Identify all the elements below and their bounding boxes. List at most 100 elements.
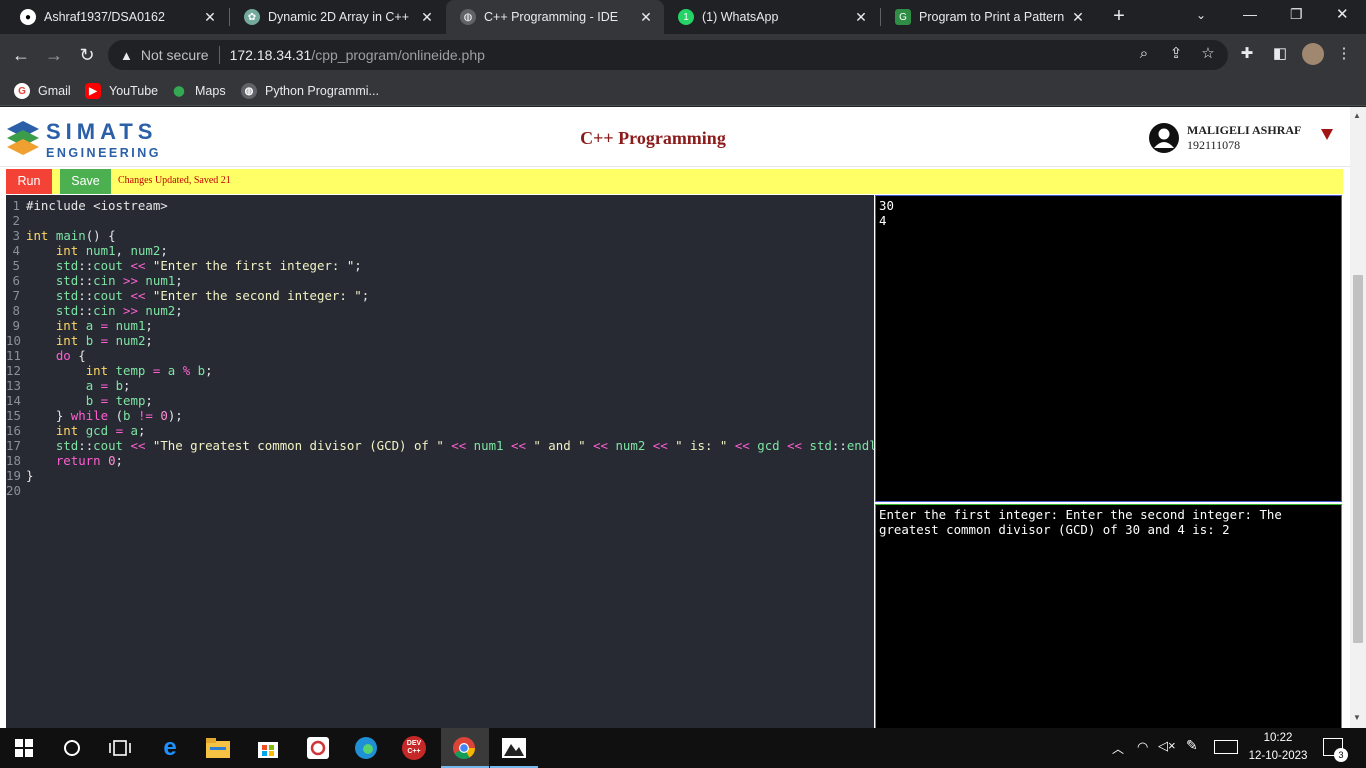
edge-legacy-icon[interactable]: e: [158, 734, 182, 761]
edge-icon[interactable]: [354, 736, 378, 760]
restore-icon[interactable]: ❐: [1290, 6, 1303, 23]
tab-dynamic-array[interactable]: ✿ Dynamic 2D Array in C++ ✕: [230, 0, 445, 34]
code-text[interactable]: int a = num1;: [26, 318, 153, 333]
close-icon[interactable]: ✕: [417, 9, 437, 26]
line-number: 18: [6, 453, 21, 468]
code-text[interactable]: std::cin >> num2;: [26, 303, 183, 318]
tab-cpp-ide[interactable]: ◍ C++ Programming - IDE ✕: [446, 0, 664, 34]
tab-whatsapp[interactable]: 1 (1) WhatsApp ✕: [664, 0, 879, 34]
pen-icon[interactable]: ✎: [1186, 737, 1198, 754]
code-line[interactable]: 1 #include <iostream>: [6, 198, 874, 213]
code-text[interactable]: std::cout << "Enter the first integer: "…: [26, 258, 362, 273]
windows-start-icon[interactable]: [12, 736, 36, 760]
microsoft-store-icon[interactable]: [256, 736, 280, 760]
tab-search-icon[interactable]: ⌄: [1196, 8, 1206, 22]
code-text[interactable]: }: [26, 468, 33, 483]
code-text[interactable]: int temp = a % b;: [26, 363, 213, 378]
close-icon[interactable]: ✕: [636, 9, 656, 26]
code-text[interactable]: } while (b != 0);: [26, 408, 183, 423]
clock-date[interactable]: 12-10-2023: [1244, 750, 1312, 762]
scroll-thumb[interactable]: [1353, 275, 1363, 643]
code-line[interactable]: 4 int num1, num2;: [6, 243, 874, 258]
chrome-icon[interactable]: [452, 736, 476, 760]
tab-gfg[interactable]: G Program to Print a Pattern o ✕: [881, 0, 1096, 34]
code-text[interactable]: std::cout << "Enter the second integer: …: [26, 288, 369, 303]
code-line[interactable]: 11 do {: [6, 348, 874, 363]
forward-icon[interactable]: →: [43, 44, 65, 66]
code-text[interactable]: do {: [26, 348, 86, 363]
bookmark-maps[interactable]: ⬤ Maps: [171, 82, 225, 100]
code-line[interactable]: 17 std::cout << "The greatest common div…: [6, 438, 874, 453]
code-line[interactable]: 6 std::cin >> num1;: [6, 273, 874, 288]
code-line[interactable]: 18 return 0;: [6, 453, 874, 468]
code-text[interactable]: int main() {: [26, 228, 116, 243]
code-text[interactable]: int num1, num2;: [26, 243, 168, 258]
bookmark-gmail[interactable]: G Gmail: [14, 82, 71, 100]
code-line[interactable]: 3 int main() {: [6, 228, 874, 243]
bookmark-youtube[interactable]: ▶ YouTube: [85, 82, 158, 100]
user-menu-caret-icon[interactable]: [1321, 129, 1333, 140]
new-tab-button[interactable]: +: [1108, 5, 1130, 27]
dev-cpp-icon[interactable]: DEV C++: [402, 736, 426, 760]
share-icon[interactable]: ⇪: [1166, 44, 1186, 64]
stdin-panel[interactable]: 30 4: [875, 195, 1342, 502]
code-line[interactable]: 19}: [6, 468, 874, 483]
code-line[interactable]: 13 a = b;: [6, 378, 874, 393]
close-icon[interactable]: ✕: [851, 9, 871, 26]
code-line[interactable]: 20: [6, 483, 874, 498]
code-line[interactable]: 10 int b = num2;: [6, 333, 874, 348]
keyboard-icon[interactable]: [1214, 740, 1238, 754]
clock-time[interactable]: 10:22: [1248, 732, 1308, 744]
window-close-icon[interactable]: ✕: [1336, 5, 1349, 23]
user-avatar-icon[interactable]: [1148, 122, 1180, 154]
warning-icon[interactable]: ▲: [120, 48, 133, 63]
sync-app-icon[interactable]: [306, 736, 330, 760]
tray-chevron-icon[interactable]: ︿: [1112, 740, 1124, 757]
close-icon[interactable]: ✕: [200, 9, 220, 26]
back-icon[interactable]: ←: [10, 44, 32, 66]
wifi-icon[interactable]: ◠: [1137, 739, 1148, 755]
code-editor[interactable]: 1 #include <iostream> 2 3 int main() {4 int …: [6, 195, 874, 728]
code-line[interactable]: 8 std::cin >> num2;: [6, 303, 874, 318]
scroll-up-icon[interactable]: ▲: [1353, 111, 1361, 120]
search-icon[interactable]: [60, 736, 84, 760]
profile-avatar[interactable]: [1302, 43, 1324, 65]
side-panel-icon[interactable]: ◧: [1270, 44, 1290, 64]
stdin-text[interactable]: 30 4: [876, 196, 1341, 230]
code-text[interactable]: int b = num2;: [26, 333, 153, 348]
code-line[interactable]: 2: [6, 213, 874, 228]
menu-icon[interactable]: ⋮: [1334, 44, 1354, 64]
code-line[interactable]: 7 std::cout << "Enter the second integer…: [6, 288, 874, 303]
code-line[interactable]: 5 std::cout << "Enter the first integer:…: [6, 258, 874, 273]
code-text[interactable]: a = b;: [26, 378, 131, 393]
url-bar[interactable]: ▲ Not secure 172.18.34.31 /cpp_program/o…: [108, 40, 1228, 70]
tab-github[interactable]: ● Ashraf1937/DSA0162 ✕: [6, 0, 228, 34]
code-line[interactable]: 15 } while (b != 0);: [6, 408, 874, 423]
extensions-icon[interactable]: ✚: [1237, 44, 1257, 64]
scroll-down-icon[interactable]: ▼: [1353, 713, 1361, 722]
reload-icon[interactable]: ↻: [76, 44, 98, 66]
code-text[interactable]: int gcd = a;: [26, 423, 146, 438]
task-view-icon[interactable]: [108, 736, 132, 760]
run-button[interactable]: Run: [6, 169, 52, 194]
code-text[interactable]: b = temp;: [26, 393, 153, 408]
save-button[interactable]: Save: [60, 169, 111, 194]
code-line[interactable]: 16 int gcd = a;: [6, 423, 874, 438]
bookmark-python[interactable]: ◍ Python Programmi...: [241, 82, 379, 100]
page-scrollbar[interactable]: ▲ ▼: [1350, 107, 1366, 728]
minimize-icon[interactable]: —: [1243, 6, 1257, 22]
zoom-icon[interactable]: ⌕: [1134, 44, 1154, 64]
volume-muted-icon[interactable]: ◁×: [1158, 738, 1176, 754]
close-icon[interactable]: ✕: [1068, 9, 1088, 26]
code-text[interactable]: std::cin >> num1;: [26, 273, 183, 288]
code-line[interactable]: 9 int a = num1;: [6, 318, 874, 333]
file-explorer-icon[interactable]: [206, 736, 230, 760]
code-text[interactable]: std::cout << "The greatest common diviso…: [26, 438, 874, 453]
security-label[interactable]: Not secure: [141, 47, 209, 63]
code-text[interactable]: #include <iostream>: [26, 198, 168, 213]
photos-icon[interactable]: [502, 736, 526, 760]
code-line[interactable]: 12 int temp = a % b;: [6, 363, 874, 378]
code-text[interactable]: return 0;: [26, 453, 123, 468]
code-line[interactable]: 14 b = temp;: [6, 393, 874, 408]
bookmark-star-icon[interactable]: ☆: [1198, 44, 1218, 64]
